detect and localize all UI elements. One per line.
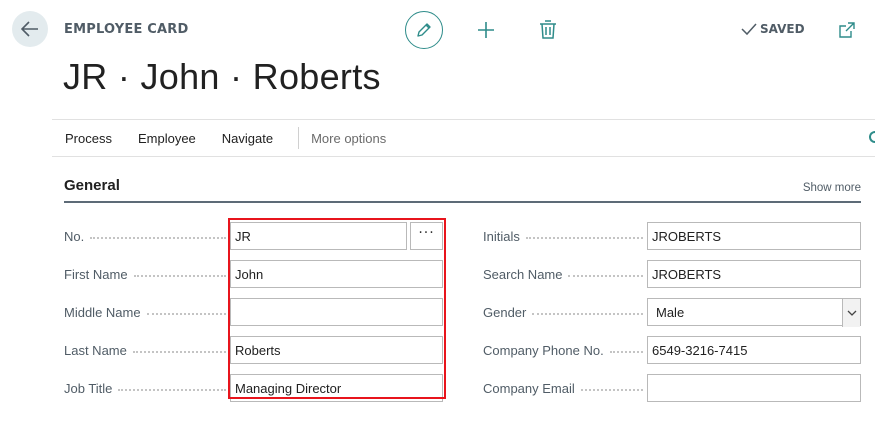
field-label-gender: Gender	[483, 305, 647, 320]
field-row-search-name: Search Name JROBERTS	[483, 260, 861, 288]
action-more-options[interactable]: More options	[311, 131, 399, 146]
initials-input[interactable]: JROBERTS	[647, 222, 861, 250]
pencil-icon	[417, 23, 431, 37]
field-label-job-title: Job Title	[64, 381, 230, 396]
field-label-search-name: Search Name	[483, 267, 647, 282]
action-navigate[interactable]: Navigate	[209, 131, 286, 146]
middle-name-input[interactable]	[230, 298, 443, 326]
job-title-input[interactable]: Managing Director	[230, 374, 443, 402]
action-employee[interactable]: Employee	[125, 131, 209, 146]
page-caption: EMPLOYEE CARD	[64, 22, 189, 37]
saved-status: SAVED	[741, 22, 805, 36]
field-label-middle-name: Middle Name	[64, 305, 230, 320]
saved-label: SAVED	[760, 22, 805, 36]
field-label-company-phone: Company Phone No.	[483, 343, 647, 358]
trash-icon	[540, 20, 556, 39]
popout-icon	[839, 22, 855, 38]
section-divider	[64, 201, 861, 203]
open-new-window-button[interactable]	[838, 21, 856, 39]
field-label-last-name: Last Name	[64, 343, 230, 358]
chevron-down-icon[interactable]	[842, 299, 860, 327]
no-input[interactable]: JR	[230, 222, 407, 250]
record-title: JR · John · Roberts	[63, 56, 381, 97]
field-row-first-name: First Name John	[64, 260, 443, 288]
action-separator	[298, 127, 300, 149]
action-process[interactable]: Process	[52, 131, 125, 146]
field-label-no: No.	[64, 229, 230, 244]
section-title-general[interactable]: General	[64, 177, 120, 194]
field-row-no: No. JR ···	[64, 222, 443, 250]
field-row-company-email: Company Email	[483, 374, 861, 402]
gender-select-value: Male	[656, 304, 685, 320]
search-name-input[interactable]: JROBERTS	[647, 260, 861, 288]
partial-icon[interactable]	[869, 131, 875, 143]
company-email-input[interactable]	[647, 374, 861, 402]
field-row-middle-name: Middle Name	[64, 298, 443, 326]
field-label-company-email: Company Email	[483, 381, 647, 396]
field-label-initials: Initials	[483, 229, 647, 244]
field-row-last-name: Last Name Roberts	[64, 336, 443, 364]
new-button[interactable]	[474, 18, 498, 42]
action-bar: Process Employee Navigate More options	[52, 119, 875, 157]
plus-icon	[478, 22, 494, 38]
assist-edit-button[interactable]: ···	[410, 222, 443, 250]
back-button[interactable]	[12, 11, 48, 47]
company-phone-input[interactable]: 6549-3216-7415	[647, 336, 861, 364]
delete-button[interactable]	[537, 18, 559, 42]
show-more-link[interactable]: Show more	[803, 182, 861, 194]
checkmark-icon	[741, 23, 757, 36]
arrow-left-icon	[21, 21, 38, 37]
field-label-first-name: First Name	[64, 267, 230, 282]
field-row-initials: Initials JROBERTS	[483, 222, 861, 250]
gender-select[interactable]: Male	[647, 298, 861, 327]
edit-button[interactable]	[405, 11, 443, 49]
first-name-input[interactable]: John	[230, 260, 443, 288]
field-row-job-title: Job Title Managing Director	[64, 374, 443, 402]
field-row-gender: Gender Male	[483, 298, 861, 327]
last-name-input[interactable]: Roberts	[230, 336, 443, 364]
field-row-company-phone: Company Phone No. 6549-3216-7415	[483, 336, 861, 364]
